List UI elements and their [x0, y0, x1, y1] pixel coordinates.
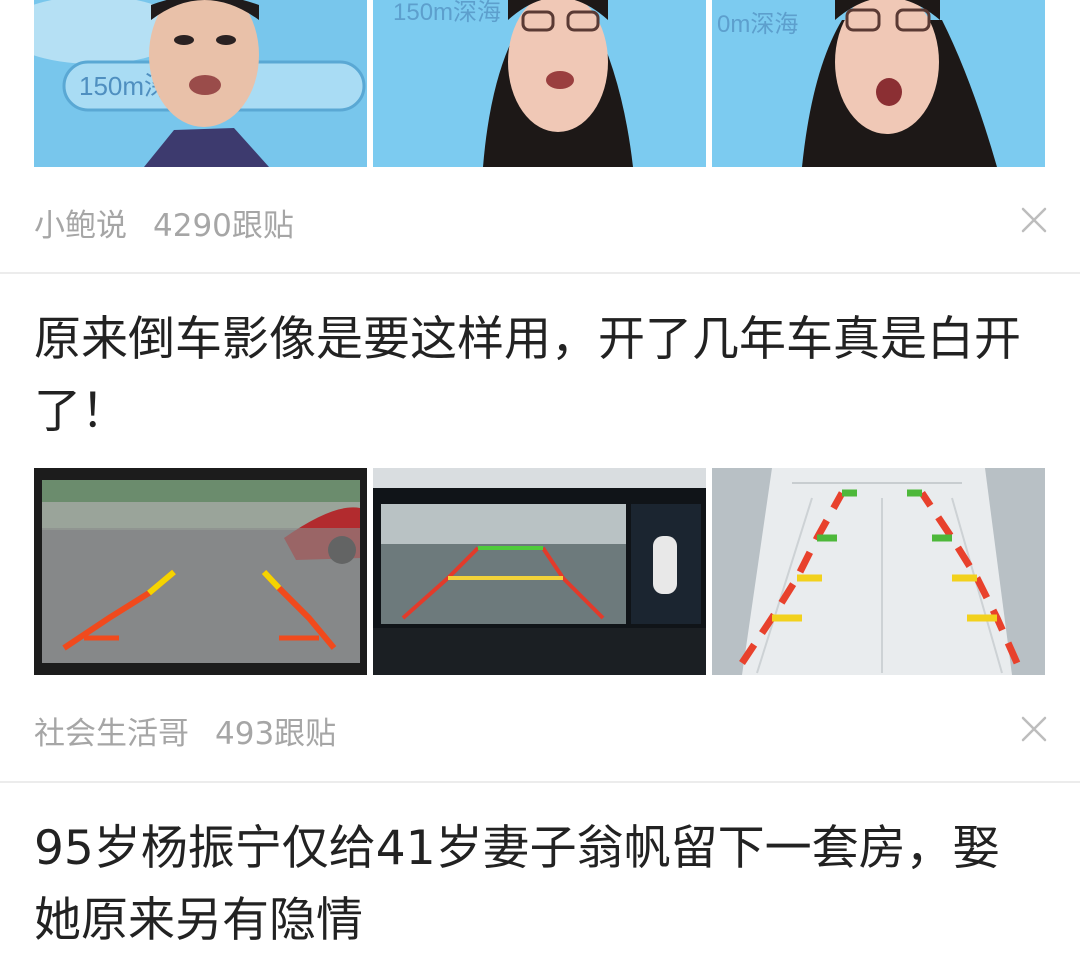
- news-item-2[interactable]: 原来倒车影像是要这样用，开了几年车真是白开了！ 社会生活哥 493跟贴: [0, 274, 1080, 782]
- thumbnail-woman-surprised: 0m深海: [712, 0, 1045, 167]
- image-row: 150m深海 150m深海 0m深海: [34, 0, 1045, 167]
- reply-count[interactable]: 493跟贴: [215, 708, 336, 753]
- thumbnail-dashboard-display: [373, 468, 706, 675]
- svg-text:150m深海: 150m深海: [393, 0, 501, 26]
- article-title[interactable]: 原来倒车影像是要这样用，开了几年车真是白开了！: [34, 304, 1034, 448]
- news-item-1[interactable]: 150m深海 150m深海 0m深海 小鲍说 4290跟贴: [0, 0, 1080, 273]
- svg-text:0m深海: 0m深海: [717, 11, 798, 38]
- thumbnail-reverse-camera: [34, 468, 367, 675]
- thumbnail-parking-guidelines: [712, 468, 1045, 675]
- close-icon[interactable]: [1020, 715, 1048, 743]
- article-title[interactable]: 95岁杨振宁仅给41岁妻子翁帆留下一套房，娶她原来另有隐情: [34, 813, 1034, 957]
- reply-count[interactable]: 4290跟贴: [153, 200, 294, 245]
- item-meta: 小鲍说 4290跟贴: [34, 200, 294, 245]
- news-item-3[interactable]: 95岁杨振宁仅给41岁妻子翁帆留下一套房，娶她原来另有隐情: [0, 783, 1080, 952]
- thumbnail-man-speaking: 150m深海: [34, 0, 367, 167]
- item-meta: 社会生活哥 493跟贴: [34, 708, 336, 753]
- source-name[interactable]: 小鲍说: [34, 200, 127, 245]
- thumbnail-woman-speaking: 150m深海: [373, 0, 706, 167]
- close-icon[interactable]: [1020, 206, 1048, 234]
- image-row: [34, 468, 1045, 675]
- source-name[interactable]: 社会生活哥: [34, 708, 189, 753]
